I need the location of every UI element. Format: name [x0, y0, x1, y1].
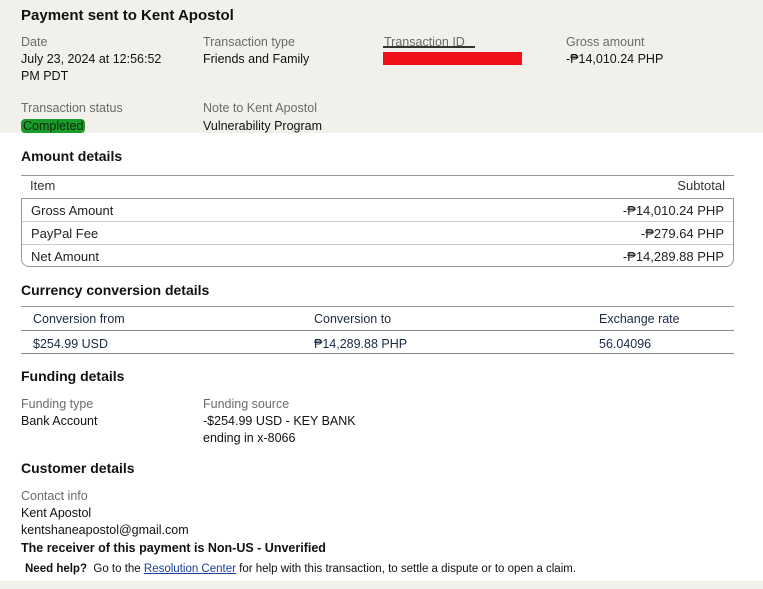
transaction-id-underline	[383, 46, 475, 48]
subtotal-column-header: Subtotal	[677, 178, 725, 193]
help-label: Need help?	[25, 563, 87, 575]
contact-info-label: Contact info	[21, 489, 88, 503]
date-label: Date	[21, 35, 48, 49]
page-title: Payment sent to Kent Apostol	[21, 7, 234, 24]
funding-type-value: Bank Account	[21, 414, 98, 428]
date-value-line1: July 23, 2024 at 12:56:52	[21, 52, 162, 66]
customer-details-heading: Customer details	[21, 460, 135, 476]
funding-source-line1: -$254.99 USD - KEY BANK	[203, 414, 356, 428]
table-row: Gross Amount -₱14,010.24 PHP	[22, 199, 733, 222]
transaction-type-value: Friends and Family	[203, 52, 310, 66]
funding-source-label: Funding source	[203, 397, 290, 411]
table-row: PayPal Fee -₱279.64 PHP	[22, 221, 733, 244]
conversion-to-value: ₱14,289.88 PHP	[314, 337, 408, 351]
receiver-warning: The receiver of this payment is Non-US -…	[21, 541, 326, 555]
transaction-status-label: Transaction status	[21, 101, 123, 115]
funding-source-line2: ending in x-8066	[203, 431, 296, 445]
gross-amount-label: Gross amount	[566, 35, 645, 49]
row-subtotal: -₱14,289.88 PHP	[622, 249, 724, 264]
amount-table-header: Item Subtotal	[21, 175, 734, 197]
currency-conversion-heading: Currency conversion details	[21, 282, 210, 298]
funding-details-heading: Funding details	[21, 368, 125, 384]
exchange-rate-header: Exchange rate	[599, 312, 680, 326]
transaction-summary-panel: Payment sent to Kent Apostol Date July 2…	[0, 0, 763, 133]
conversion-table-header: Conversion from Conversion to Exchange r…	[21, 306, 734, 331]
resolution-center-link[interactable]: Resolution Center	[144, 563, 236, 575]
exchange-rate-value: 56.04096	[599, 337, 652, 351]
help-text-after: for help with this transaction, to settl…	[239, 563, 577, 575]
funding-type-label: Funding type	[21, 397, 94, 411]
row-item: Net Amount	[31, 249, 99, 264]
transaction-type-label: Transaction type	[203, 35, 295, 49]
gross-amount-value: -₱14,010.24 PHP	[566, 52, 664, 66]
customer-name: Kent Apostol	[21, 506, 92, 520]
amount-table: Gross Amount -₱14,010.24 PHP PayPal Fee …	[21, 198, 734, 267]
table-row: $254.99 USD ₱14,289.88 PHP 56.04096	[21, 332, 734, 354]
amount-details-heading: Amount details	[21, 148, 123, 164]
row-subtotal: -₱14,010.24 PHP	[622, 203, 724, 218]
date-value-line2: PM PDT	[21, 69, 69, 83]
bottom-divider	[0, 581, 763, 589]
transaction-id-redaction	[383, 52, 522, 65]
note-label: Note to Kent Apostol	[203, 101, 317, 115]
row-subtotal: -₱279.64 PHP	[640, 226, 724, 241]
conversion-from-value: $254.99 USD	[33, 337, 109, 351]
status-badge: Completed	[21, 119, 86, 133]
item-column-header: Item	[30, 178, 56, 193]
row-item: PayPal Fee	[31, 226, 99, 241]
conversion-from-header: Conversion from	[33, 312, 125, 326]
note-value: Vulnerability Program	[203, 119, 323, 133]
row-item: Gross Amount	[31, 203, 114, 218]
table-row: Net Amount -₱14,289.88 PHP	[22, 244, 733, 267]
conversion-to-header: Conversion to	[314, 312, 392, 326]
help-footer: Need help? Go to the Resolution Center f…	[25, 563, 576, 575]
customer-email: kentshaneapostol@gmail.com	[21, 523, 189, 537]
help-text-before: Go to the	[93, 563, 141, 575]
